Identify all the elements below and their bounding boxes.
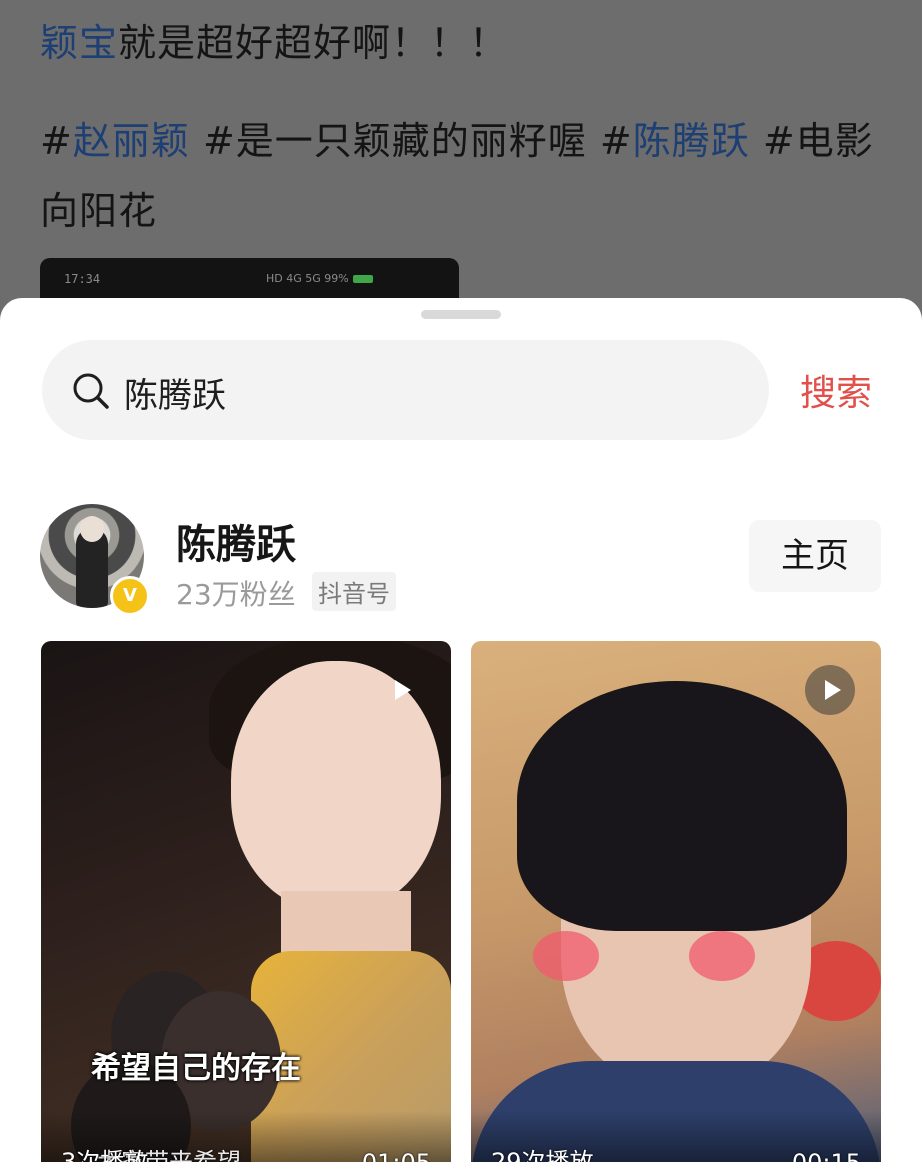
video-duration: 01:05 (362, 1149, 431, 1162)
video-duration: 00:15 (792, 1149, 861, 1162)
hashtag-symbol: # (599, 119, 633, 163)
search-icon (73, 373, 109, 409)
sheet-drag-handle[interactable] (421, 310, 501, 319)
verified-badge-icon: V (110, 576, 150, 616)
avatar-figure-head (80, 516, 104, 542)
hashtag-symbol: # (202, 119, 236, 163)
hashtag-text: 是一只颖藏的丽籽喔 (235, 119, 587, 163)
play-icon (805, 665, 855, 715)
thumb-time: 17:34 (64, 272, 101, 286)
search-button[interactable]: 搜索 (800, 364, 872, 416)
video-thumbnail-shape (517, 681, 847, 931)
post-text-line: 颖宝就是超好超好啊！！！ (40, 12, 508, 67)
background-post: 颖宝就是超好超好啊！！！ #赵丽颖 #是一只颖藏的丽籽喔 #陈腾跃 #电影 向阳… (0, 0, 922, 320)
video-play-count: 29次播放 (491, 1148, 594, 1162)
blush-effect (533, 931, 599, 981)
search-bottom-sheet: 陈腾跃 搜索 V 陈腾跃 23万粉丝 抖音号 主页 希望自己的存在 大家带来希望… (0, 298, 922, 1162)
user-platform-tag: 抖音号 (312, 572, 396, 611)
post-hashtags-line: #赵丽颖 #是一只颖藏的丽籽喔 #陈腾跃 #电影 (40, 110, 874, 165)
hashtag-symbol: # (40, 119, 73, 163)
hashtag-symbol: # (762, 119, 796, 163)
battery-icon (352, 275, 373, 283)
blush-effect (689, 931, 755, 981)
post-text-line: 向阳花 (40, 189, 158, 233)
post-text: 就是超好超好啊！！！ (118, 21, 509, 65)
thumb-status: HD 4G 5G 99% (266, 272, 373, 285)
profile-home-button[interactable]: 主页 (749, 520, 881, 592)
play-icon (375, 665, 425, 715)
search-query[interactable]: 陈腾跃 (124, 368, 226, 417)
video-card[interactable]: 29次播放 00:15 (471, 641, 881, 1162)
hashtag-link[interactable]: 赵丽颖 (73, 119, 190, 163)
thumb-status-text: HD 4G 5G 99% (266, 272, 349, 285)
hashtag-link[interactable]: 陈腾跃 (633, 119, 750, 163)
hashtag-text: 电影 (795, 119, 874, 163)
user-follower-count: 23万粉丝 (176, 578, 296, 611)
video-play-count: 3次播放 (61, 1148, 149, 1162)
video-subtitle: 希望自己的存在 (91, 1051, 301, 1086)
search-input[interactable]: 陈腾跃 (42, 340, 769, 440)
post-mention-link[interactable]: 颖宝 (40, 21, 118, 65)
user-name[interactable]: 陈腾跃 (176, 512, 296, 570)
video-card[interactable]: 希望自己的存在 大家带来希望 3次播放 01:05 (41, 641, 451, 1162)
